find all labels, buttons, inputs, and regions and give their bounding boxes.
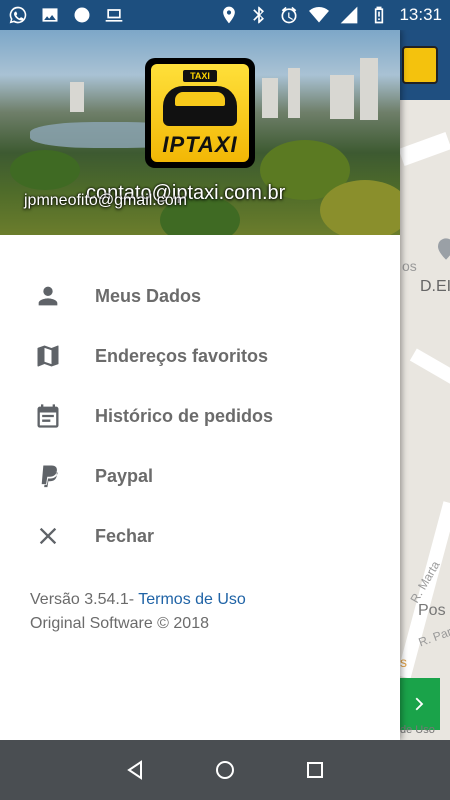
person-icon xyxy=(33,281,63,311)
signal-icon xyxy=(339,5,359,25)
app-logo: TAXI IPTAXI xyxy=(145,58,255,168)
close-icon xyxy=(33,521,63,551)
menu-item-paypal[interactable]: Paypal xyxy=(0,446,400,506)
version-line: Versão 3.54.1- Termos de Uso xyxy=(30,588,246,612)
system-nav-bar xyxy=(0,740,450,800)
building xyxy=(360,58,378,120)
menu-item-fechar[interactable]: Fechar xyxy=(0,506,400,566)
terms-link[interactable]: Termos de Uso xyxy=(138,591,246,608)
wifi-icon xyxy=(309,5,330,25)
map-label: s xyxy=(400,654,407,670)
next-button[interactable] xyxy=(400,678,440,730)
chevron-right-icon xyxy=(415,697,424,711)
map-background[interactable]: os D.EI R. Marta Pos R. Par s de Uso xyxy=(400,30,450,740)
menu-item-label: Paypal xyxy=(95,465,154,486)
back-triangle-icon xyxy=(127,760,142,780)
app-icon xyxy=(72,5,92,25)
map-label: os xyxy=(402,258,417,274)
image-icon xyxy=(40,5,60,25)
logo-wordmark: IPTAXI xyxy=(162,132,238,157)
bluetooth-icon xyxy=(249,5,269,25)
drawer-footer: Versão 3.54.1- Termos de Uso Original So… xyxy=(30,588,246,636)
recents-button[interactable] xyxy=(300,755,330,785)
user-email: jpmneofito@gmail.com xyxy=(24,192,187,209)
map-label: Pos xyxy=(418,602,446,619)
drawer-header: TAXI IPTAXI contato@iptaxi.com.br jpmneo… xyxy=(0,30,400,235)
calendar-icon xyxy=(33,401,63,431)
menu-item-historico-pedidos[interactable]: Histórico de pedidos xyxy=(0,386,400,446)
tree xyxy=(10,150,80,190)
map-icon xyxy=(33,341,63,371)
map-label: D.EI xyxy=(420,278,450,295)
menu-list: Meus Dados Endereços favoritos Histórico… xyxy=(0,266,400,566)
app-logo-mini xyxy=(402,46,438,84)
battery-icon xyxy=(369,5,389,25)
map-label: de Uso xyxy=(400,724,435,736)
status-time: 13:31 xyxy=(399,5,442,24)
tree xyxy=(320,180,400,235)
map-road xyxy=(400,131,450,167)
menu-item-meus-dados[interactable]: Meus Dados xyxy=(0,266,400,326)
menu-item-label: Fechar xyxy=(95,525,155,546)
version-text: Versão 3.54.1- xyxy=(30,591,135,608)
paypal-icon xyxy=(33,461,63,491)
building xyxy=(288,68,300,118)
menu-item-label: Histórico de pedidos xyxy=(95,405,274,426)
logo-taxi-badge: TAXI xyxy=(183,70,217,82)
logo-car-glass xyxy=(175,92,225,106)
map-appbar xyxy=(400,30,450,100)
building xyxy=(70,82,84,112)
menu-item-label: Meus Dados xyxy=(95,285,202,306)
home-button[interactable] xyxy=(210,755,240,785)
home-circle-icon xyxy=(216,761,234,779)
menu-item-enderecos-favoritos[interactable]: Endereços favoritos xyxy=(0,326,400,386)
back-button[interactable] xyxy=(120,755,150,785)
status-bar: 13:31 xyxy=(0,0,450,30)
whatsapp-icon xyxy=(8,5,28,25)
menu-item-label: Endereços favoritos xyxy=(95,345,269,366)
location-icon xyxy=(219,5,239,25)
laptop-icon xyxy=(104,5,124,25)
alarm-icon xyxy=(279,5,299,25)
map-pin-icon xyxy=(438,238,450,260)
copyright-text: Original Software © 2018 xyxy=(30,615,209,632)
building xyxy=(330,75,354,119)
map-road xyxy=(409,348,450,386)
building xyxy=(262,78,278,118)
recents-square-icon xyxy=(307,762,323,778)
